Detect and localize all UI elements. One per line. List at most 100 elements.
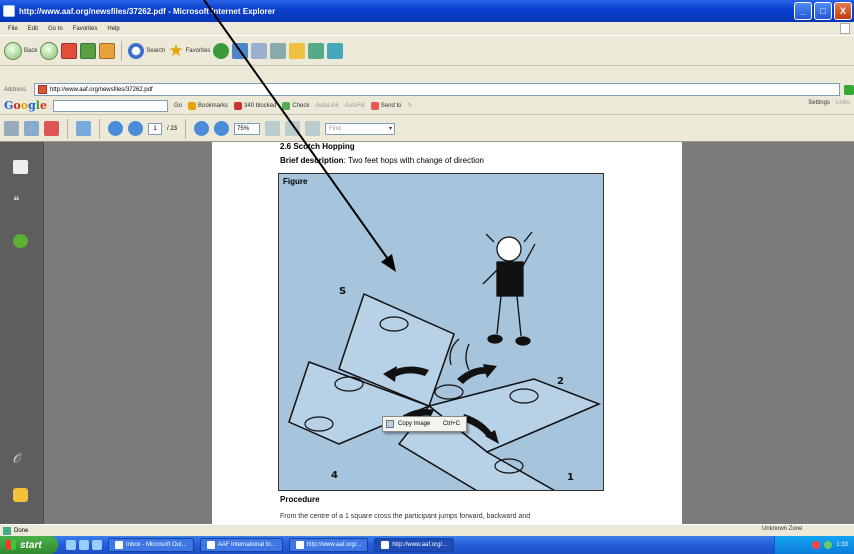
- pdf-toolbar: 1 / 23 75% Find: [0, 116, 854, 142]
- ie-icon: [381, 541, 390, 549]
- find-input[interactable]: Find: [325, 122, 396, 135]
- menu-file[interactable]: File: [8, 26, 18, 32]
- rotate-icon[interactable]: [305, 121, 321, 136]
- close-button[interactable]: X: [834, 2, 852, 20]
- save-copy-icon[interactable]: [4, 121, 19, 136]
- taskbar-item[interactable]: Inbox - Microsoft Out...: [108, 538, 194, 552]
- navigation-pane: ❝ 𝒪: [0, 142, 44, 524]
- search-button[interactable]: Search: [128, 42, 166, 59]
- media-icon[interactable]: [213, 42, 230, 59]
- google-logo[interactable]: Google: [4, 99, 47, 112]
- discuss-icon[interactable]: [308, 42, 325, 59]
- quick-launch-icon[interactable]: [66, 540, 76, 550]
- google-go-button[interactable]: Go: [174, 103, 182, 109]
- acrobat-icon[interactable]: [44, 121, 59, 136]
- taskbar-item[interactable]: http://www.aaf.org/...: [288, 538, 369, 552]
- quick-launch-icon[interactable]: [79, 540, 89, 550]
- search-label: Search: [146, 47, 166, 54]
- copy-image-item[interactable]: Copy Image: [398, 421, 430, 427]
- search-doc-icon[interactable]: [76, 121, 91, 136]
- star-icon: ★: [168, 40, 184, 60]
- pdf-page-icon: [37, 85, 47, 94]
- standard-toolbar: ‹ Back › Search ★ Favorites: [0, 35, 854, 66]
- start-button[interactable]: start: [0, 536, 58, 554]
- fit-width-icon[interactable]: [285, 121, 301, 136]
- back-button[interactable]: ‹ Back: [4, 41, 37, 60]
- zoom-input[interactable]: 75%: [234, 122, 261, 135]
- autofill-button[interactable]: AutoFill: [345, 103, 365, 109]
- menu-edit[interactable]: Edit: [28, 26, 38, 32]
- zoom-out-icon[interactable]: [194, 121, 210, 136]
- svg-text:S: S: [339, 286, 346, 297]
- address-label: Address: [4, 86, 27, 93]
- settings-button[interactable]: Settings: [808, 100, 830, 106]
- page-total: / 23: [167, 125, 178, 132]
- fit-page-icon[interactable]: [265, 121, 281, 136]
- quick-launch-icon[interactable]: [92, 540, 102, 550]
- taskbar-item-active[interactable]: http://www.aaf.org/...: [374, 538, 455, 552]
- section-title: 2.6 Scotch Hopping: [280, 142, 355, 151]
- toolbar-separator: [99, 118, 100, 139]
- pages-icon[interactable]: [13, 160, 28, 174]
- menu-favorites[interactable]: Favorites: [73, 26, 98, 32]
- minimize-button[interactable]: _: [794, 2, 812, 20]
- window-title: http://www.aaf.org/newsfiles/37262.pdf -…: [19, 6, 276, 16]
- print-icon[interactable]: [24, 121, 39, 136]
- browser-window: http://www.aaf.org/newsfiles/37262.pdf -…: [0, 0, 854, 554]
- svg-text:1: 1: [567, 472, 574, 483]
- favorites-button[interactable]: ★ Favorites: [168, 40, 210, 60]
- attachments-icon[interactable]: [13, 234, 28, 248]
- go-button[interactable]: [844, 84, 854, 95]
- forward-arrow-icon: ›: [40, 41, 59, 60]
- context-menu[interactable]: Copy Image Ctrl+C: [382, 416, 467, 432]
- taskbar: start Inbox - Microsoft Out... AAF Inter…: [0, 536, 854, 554]
- popup-blocker-button[interactable]: 340 blocked: [234, 101, 276, 110]
- check-icon: [282, 101, 291, 110]
- spellcheck-button[interactable]: Check: [282, 101, 309, 110]
- window-controls: _ □ X: [794, 2, 852, 20]
- print-icon[interactable]: [270, 42, 287, 59]
- quick-launch: [66, 540, 102, 550]
- toolbar-separator: [67, 118, 68, 139]
- figure-image[interactable]: Figure S 2 4 1: [278, 173, 604, 491]
- menu-goto[interactable]: Go to: [48, 26, 63, 32]
- bookmarks-button[interactable]: Bookmarks: [188, 101, 228, 110]
- tray-icon[interactable]: [824, 541, 833, 549]
- status-text: Done: [14, 527, 29, 534]
- ie-icon: [3, 5, 15, 17]
- send-to-button[interactable]: Send to: [370, 101, 401, 110]
- maximize-button[interactable]: □: [814, 2, 832, 20]
- mail-icon[interactable]: [251, 42, 268, 59]
- title-bar[interactable]: http://www.aaf.org/newsfiles/37262.pdf -…: [0, 0, 854, 22]
- address-input[interactable]: http://www.aaf.org/newsfiles/37262.pdf: [33, 83, 841, 96]
- refresh-icon[interactable]: [80, 42, 97, 59]
- menu-help[interactable]: Help: [107, 26, 119, 32]
- google-search-input[interactable]: [52, 99, 168, 112]
- stop-icon[interactable]: [61, 42, 78, 59]
- paperclip-icon[interactable]: 𝒪: [13, 452, 28, 466]
- procedure-heading: Procedure: [280, 495, 320, 504]
- links-button[interactable]: Links: [836, 100, 850, 106]
- page-number-input[interactable]: 1: [148, 122, 162, 135]
- taskbar-item[interactable]: AAF International fo...: [199, 538, 283, 552]
- zoom-in-icon[interactable]: [214, 121, 230, 136]
- windows-logo-icon: [840, 23, 850, 34]
- google-toolbar: Google Go Bookmarks 340 blocked Check Au…: [0, 97, 854, 115]
- comments-icon[interactable]: ❝: [13, 194, 28, 208]
- messenger-icon[interactable]: [327, 42, 344, 59]
- autolink-button[interactable]: AutoLink: [315, 103, 338, 109]
- svg-text:4: 4: [331, 470, 338, 481]
- next-page-icon[interactable]: [128, 121, 143, 136]
- tray-icon[interactable]: [812, 541, 821, 549]
- pdf-viewer: ❝ 𝒪 2.6 Scotch Hopping Brief description…: [0, 142, 854, 524]
- previous-page-icon[interactable]: [108, 121, 123, 136]
- copy-icon: [386, 420, 394, 428]
- history-icon[interactable]: [232, 42, 249, 59]
- forward-button[interactable]: ›: [40, 41, 59, 60]
- hopscotch-illustration: S 2 4 1: [288, 231, 601, 490]
- folder-icon[interactable]: [289, 42, 306, 59]
- pdf-page: 2.6 Scotch Hopping Brief description: Tw…: [212, 142, 682, 524]
- comment-bubble-icon[interactable]: [13, 488, 28, 502]
- home-icon[interactable]: [99, 42, 116, 59]
- pen-icon[interactable]: ✎: [407, 102, 412, 109]
